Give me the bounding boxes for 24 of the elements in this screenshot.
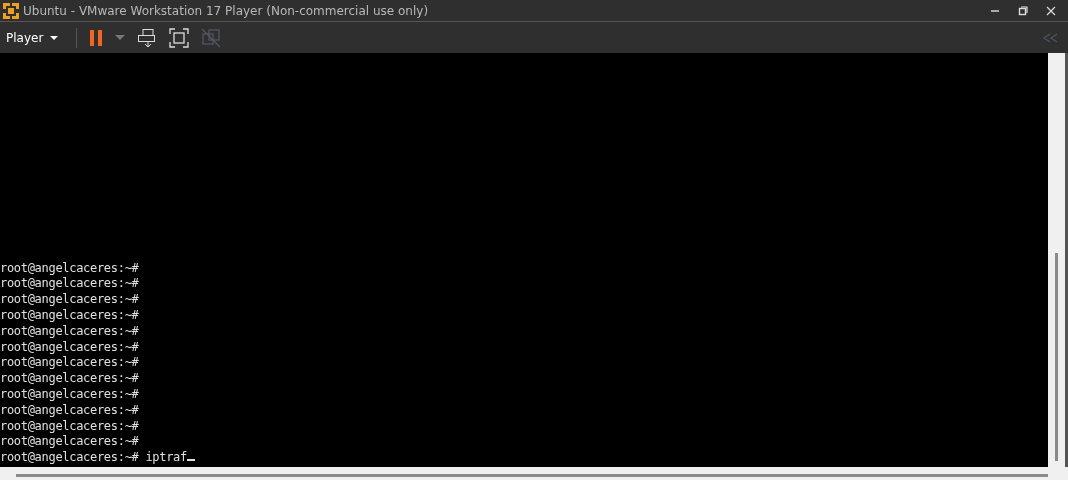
terminal-line: root@angelcaceres:~#: [0, 387, 140, 403]
terminal-line: root@angelcaceres:~#: [0, 434, 140, 451]
terminal-line: root@angelcaceres:~# iptraf: [0, 450, 1048, 466]
terminal-line: root@angelcaceres:~#: [0, 339, 140, 356]
maximize-icon[interactable]: [1018, 5, 1028, 16]
terminal-line: root@angelcaceres:~#: [0, 418, 140, 435]
terminal-line: root@angelcaceres:~#: [0, 402, 140, 419]
window-title: Ubuntu - VMware Workstation 17 Player (Non-commercial use only): [23, 3, 429, 18]
terminal-line: root@angelcaceres:~#: [0, 292, 140, 309]
network-computers-icon[interactable]: [137, 27, 158, 48]
player-menu-button[interactable]: Player: [0, 30, 65, 45]
terminal-line: root@angelcaceres:~#: [0, 260, 140, 277]
terminal-line: root@angelcaceres:~#: [0, 323, 140, 340]
close-icon[interactable]: [1046, 5, 1056, 16]
terminal-line: root@angelcaceres:~#: [0, 308, 140, 324]
vmware-logo-icon: [2, 1, 20, 20]
terminal-line: root@angelcaceres:~#: [0, 355, 140, 372]
terminal-line: root@angelcaceres:~#: [0, 371, 140, 387]
vertical-scrollbar[interactable]: [1048, 53, 1068, 467]
dropdown-caret-icon[interactable]: [115, 34, 126, 41]
fullscreen-icon[interactable]: [169, 27, 190, 48]
terminal-line: root@angelcaceres:~#: [0, 276, 140, 293]
horizontal-scrollbar[interactable]: [0, 467, 1068, 480]
pause-icon[interactable]: [89, 28, 104, 47]
